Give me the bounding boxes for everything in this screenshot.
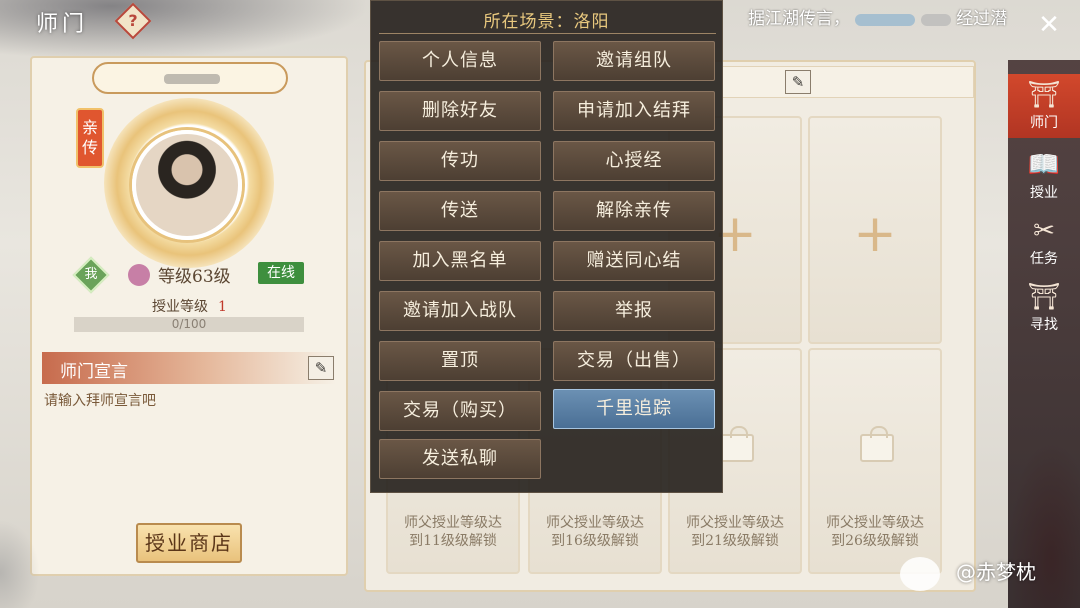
unlock-text: 到11级级解锁 bbox=[409, 533, 497, 549]
menu-button-transfer-skill[interactable]: 传功 bbox=[379, 141, 541, 181]
unlock-text: 到16级级解锁 bbox=[551, 533, 639, 549]
pencil-icon: ✎ bbox=[314, 359, 328, 377]
master-profile-card: 亲传 我 等级63级 在线 授业等级 1 0/100 师门宣言 ✎ 请输入拜师宣言… bbox=[30, 56, 348, 576]
menu-button-dismiss-disciple[interactable]: 解除亲传 bbox=[553, 191, 715, 231]
menu-button-heart-scripture[interactable]: 心授经 bbox=[553, 141, 715, 181]
menu-button-trade-buy[interactable]: 交易（购买） bbox=[379, 391, 541, 431]
disciples-header: ✎ bbox=[722, 66, 974, 98]
declaration-header: 师门宣言 ✎ bbox=[42, 352, 336, 384]
menu-button-invite-team[interactable]: 邀请组队 bbox=[553, 41, 715, 81]
unlock-text: 到26级级解锁 bbox=[831, 533, 919, 549]
edit-button[interactable]: ✎ bbox=[785, 70, 811, 94]
rumor-suffix: 经过潜 bbox=[956, 9, 1008, 29]
menu-button-teleport[interactable]: 传送 bbox=[379, 191, 541, 231]
nav-item-quest[interactable]: ✂ 任务 bbox=[1008, 210, 1080, 274]
player-action-menu: 所在场景：洛阳 个人信息 邀请组队 删除好友 申请加入结拜 传功 心授经 传送 … bbox=[370, 0, 723, 493]
menu-button-invite-squad[interactable]: 邀请加入战队 bbox=[379, 291, 541, 331]
wechat-icon bbox=[900, 556, 940, 591]
nav-item-teach[interactable]: 📖 授业 bbox=[1008, 144, 1080, 208]
edit-declaration-button[interactable]: ✎ bbox=[308, 356, 334, 380]
close-icon: ✕ bbox=[1038, 10, 1060, 40]
me-badge: 我 bbox=[72, 256, 110, 294]
qinchuan-tag: 亲传 bbox=[76, 108, 104, 168]
teach-shop-button[interactable]: 授业商店 bbox=[136, 523, 242, 563]
teach-level-label: 授业等级 bbox=[152, 299, 208, 315]
level-text: 等级63级 bbox=[158, 267, 231, 287]
nav-label: 师门 bbox=[1030, 115, 1058, 131]
progress-label: 0/100 bbox=[171, 317, 207, 331]
rumor-ticker: 据江湖传言， 经过潜 bbox=[748, 4, 1007, 29]
me-badge-label: 我 bbox=[84, 267, 98, 282]
lock-icon bbox=[720, 426, 754, 462]
rumor-blurred-name bbox=[855, 13, 916, 26]
menu-button-private-chat[interactable]: 发送私聊 bbox=[379, 439, 541, 479]
unlock-text: 师父授业等级达 bbox=[404, 515, 502, 531]
menu-button-report[interactable]: 举报 bbox=[553, 291, 715, 331]
rumor-blurred-name bbox=[920, 13, 951, 26]
popup-scene-title: 所在场景：洛阳 bbox=[483, 12, 610, 32]
watermark-text: @赤梦枕 bbox=[956, 560, 1036, 584]
unlock-text: 师父授业等级达 bbox=[546, 515, 644, 531]
menu-button-profile[interactable]: 个人信息 bbox=[379, 41, 541, 81]
close-button[interactable]: ✕ bbox=[1032, 8, 1066, 42]
nav-label: 任务 bbox=[1030, 251, 1058, 267]
teach-progress-bar: 0/100 bbox=[74, 317, 304, 332]
menu-button-pin[interactable]: 置顶 bbox=[379, 341, 541, 381]
question-icon: ? bbox=[128, 11, 138, 30]
disciple-slot-add[interactable]: + bbox=[808, 116, 942, 344]
divider bbox=[379, 33, 716, 34]
search-gate-icon: ⛩ bbox=[1027, 282, 1061, 312]
teach-level: 授业等级 1 bbox=[152, 296, 227, 316]
book-icon: 📖 bbox=[1027, 150, 1061, 180]
disciple-slot-locked[interactable]: 师父授业等级达 到26级级解锁 bbox=[808, 348, 942, 574]
scroll-icon: ✂ bbox=[1033, 216, 1055, 246]
menu-button-delete-friend[interactable]: 删除好友 bbox=[379, 91, 541, 131]
gate-icon: ⛩ bbox=[1027, 80, 1061, 110]
nav-item-find[interactable]: ⛩ 寻找 bbox=[1008, 276, 1080, 340]
pencil-icon: ✎ bbox=[791, 73, 805, 91]
nav-label: 授业 bbox=[1030, 185, 1058, 201]
nav-item-master[interactable]: ⛩ 师门 bbox=[1008, 74, 1080, 138]
avatar[interactable] bbox=[132, 130, 242, 240]
nav-label: 寻找 bbox=[1030, 317, 1058, 333]
menu-button-gift-knot[interactable]: 赠送同心结 bbox=[553, 241, 715, 281]
teach-level-value: 1 bbox=[218, 299, 227, 315]
menu-button-trade-sell[interactable]: 交易（出售） bbox=[553, 341, 715, 381]
menu-button-join-sworn[interactable]: 申请加入结拜 bbox=[553, 91, 715, 131]
declaration-title: 师门宣言 bbox=[60, 362, 128, 382]
declaration-placeholder[interactable]: 请输入拜师宣言吧 bbox=[44, 390, 156, 410]
ink-decoration bbox=[0, 520, 40, 608]
side-nav: ⛩ 师门 📖 授业 ✂ 任务 ⛩ 寻找 bbox=[1008, 60, 1080, 608]
page-title: 师门 bbox=[36, 12, 89, 37]
lotus-icon bbox=[128, 264, 150, 286]
lock-icon bbox=[860, 426, 894, 462]
name-plate bbox=[92, 62, 288, 94]
unlock-text: 师父授业等级达 bbox=[826, 515, 924, 531]
blurred-name bbox=[164, 74, 220, 84]
menu-button-track[interactable]: 千里追踪 bbox=[553, 389, 715, 429]
watermark: @赤梦枕 bbox=[900, 556, 1036, 591]
unlock-text: 到21级级解锁 bbox=[691, 533, 779, 549]
unlock-text: 师父授业等级达 bbox=[686, 515, 784, 531]
online-status-badge: 在线 bbox=[258, 262, 304, 284]
plus-icon: + bbox=[853, 204, 897, 264]
rumor-prefix: 据江湖传言， bbox=[748, 9, 850, 29]
menu-button-blacklist[interactable]: 加入黑名单 bbox=[379, 241, 541, 281]
